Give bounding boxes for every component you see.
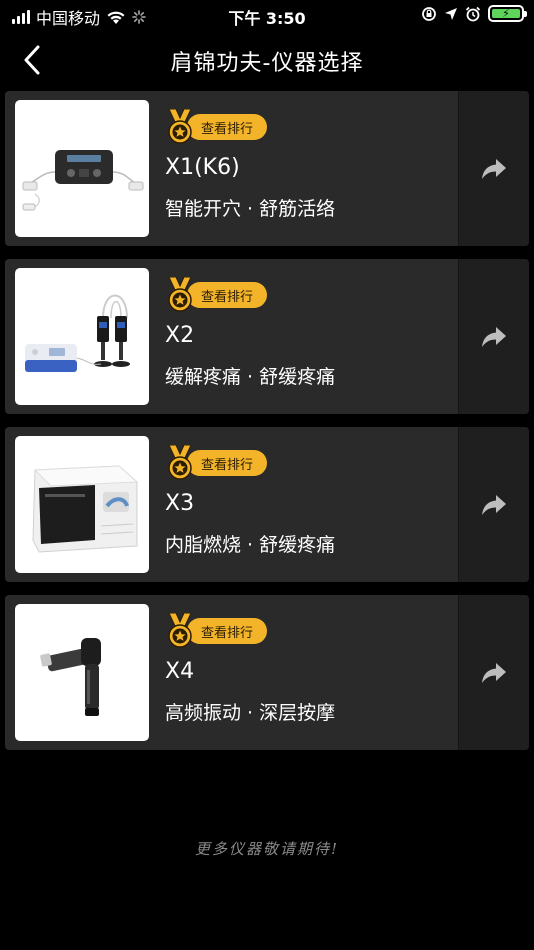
rank-label: 查看排行: [187, 114, 268, 140]
location-icon: [445, 7, 457, 20]
rank-label: 查看排行: [187, 618, 268, 644]
rank-badge[interactable]: 查看排行: [165, 277, 268, 312]
share-button[interactable]: [458, 259, 529, 414]
medal-icon: [168, 277, 192, 312]
device-card-x4[interactable]: 查看排行 X4 高频振动 · 深层按摩: [5, 595, 529, 750]
rank-label: 查看排行: [187, 450, 268, 476]
device-image-x3: [15, 436, 149, 573]
device-image-x2: [15, 268, 149, 405]
device-image-x4: [15, 604, 149, 741]
medal-icon: [168, 613, 192, 648]
rank-badge[interactable]: 查看排行: [165, 613, 268, 648]
device-description: 内脂燃烧 · 舒缓疼痛: [165, 534, 336, 556]
share-arrow-icon: [481, 326, 506, 347]
share-arrow-icon: [481, 158, 506, 179]
rank-badge[interactable]: 查看排行: [165, 445, 268, 480]
medal-icon: [168, 445, 192, 480]
rank-label: 查看排行: [187, 282, 268, 308]
status-right: ⚡: [421, 5, 527, 22]
share-button[interactable]: [458, 427, 529, 582]
footer-note: 更多仪器敬请期待!: [194, 840, 340, 858]
device-description: 高频振动 · 深层按摩: [165, 702, 336, 724]
alarm-icon: [465, 6, 481, 21]
status-bar: 中国移动 下午 3:50 ⚡: [0, 0, 534, 30]
device-name: X3: [165, 491, 195, 516]
orientation-lock-icon: [422, 6, 436, 21]
device-description: 缓解疼痛 · 舒缓疼痛: [165, 366, 336, 388]
rank-badge[interactable]: 查看排行: [165, 109, 268, 144]
battery-icon: ⚡: [488, 5, 527, 22]
device-card-x1[interactable]: 查看排行 X1(K6) 智能开穴 · 舒筋活络: [5, 91, 529, 246]
device-name: X1(K6): [165, 155, 240, 180]
share-arrow-icon: [481, 494, 506, 515]
share-button[interactable]: [458, 91, 529, 246]
medal-icon: [168, 109, 192, 144]
device-list: 查看排行 X1(K6) 智能开穴 · 舒筋活络 查看排行 X2 缓解疼痛 · 舒…: [5, 91, 529, 763]
device-description: 智能开穴 · 舒筋活络: [165, 198, 336, 220]
device-card-x3[interactable]: 查看排行 X3 内脂燃烧 · 舒缓疼痛: [5, 427, 529, 582]
device-image-x1: [15, 100, 149, 237]
device-name: X4: [165, 659, 195, 684]
navigation-bar: 肩锦功夫-仪器选择: [0, 30, 534, 90]
share-button[interactable]: [458, 595, 529, 750]
page-title: 肩锦功夫-仪器选择: [170, 51, 364, 76]
device-name: X2: [165, 323, 195, 348]
device-card-x2[interactable]: 查看排行 X2 缓解疼痛 · 舒缓疼痛: [5, 259, 529, 414]
share-arrow-icon: [481, 662, 506, 683]
